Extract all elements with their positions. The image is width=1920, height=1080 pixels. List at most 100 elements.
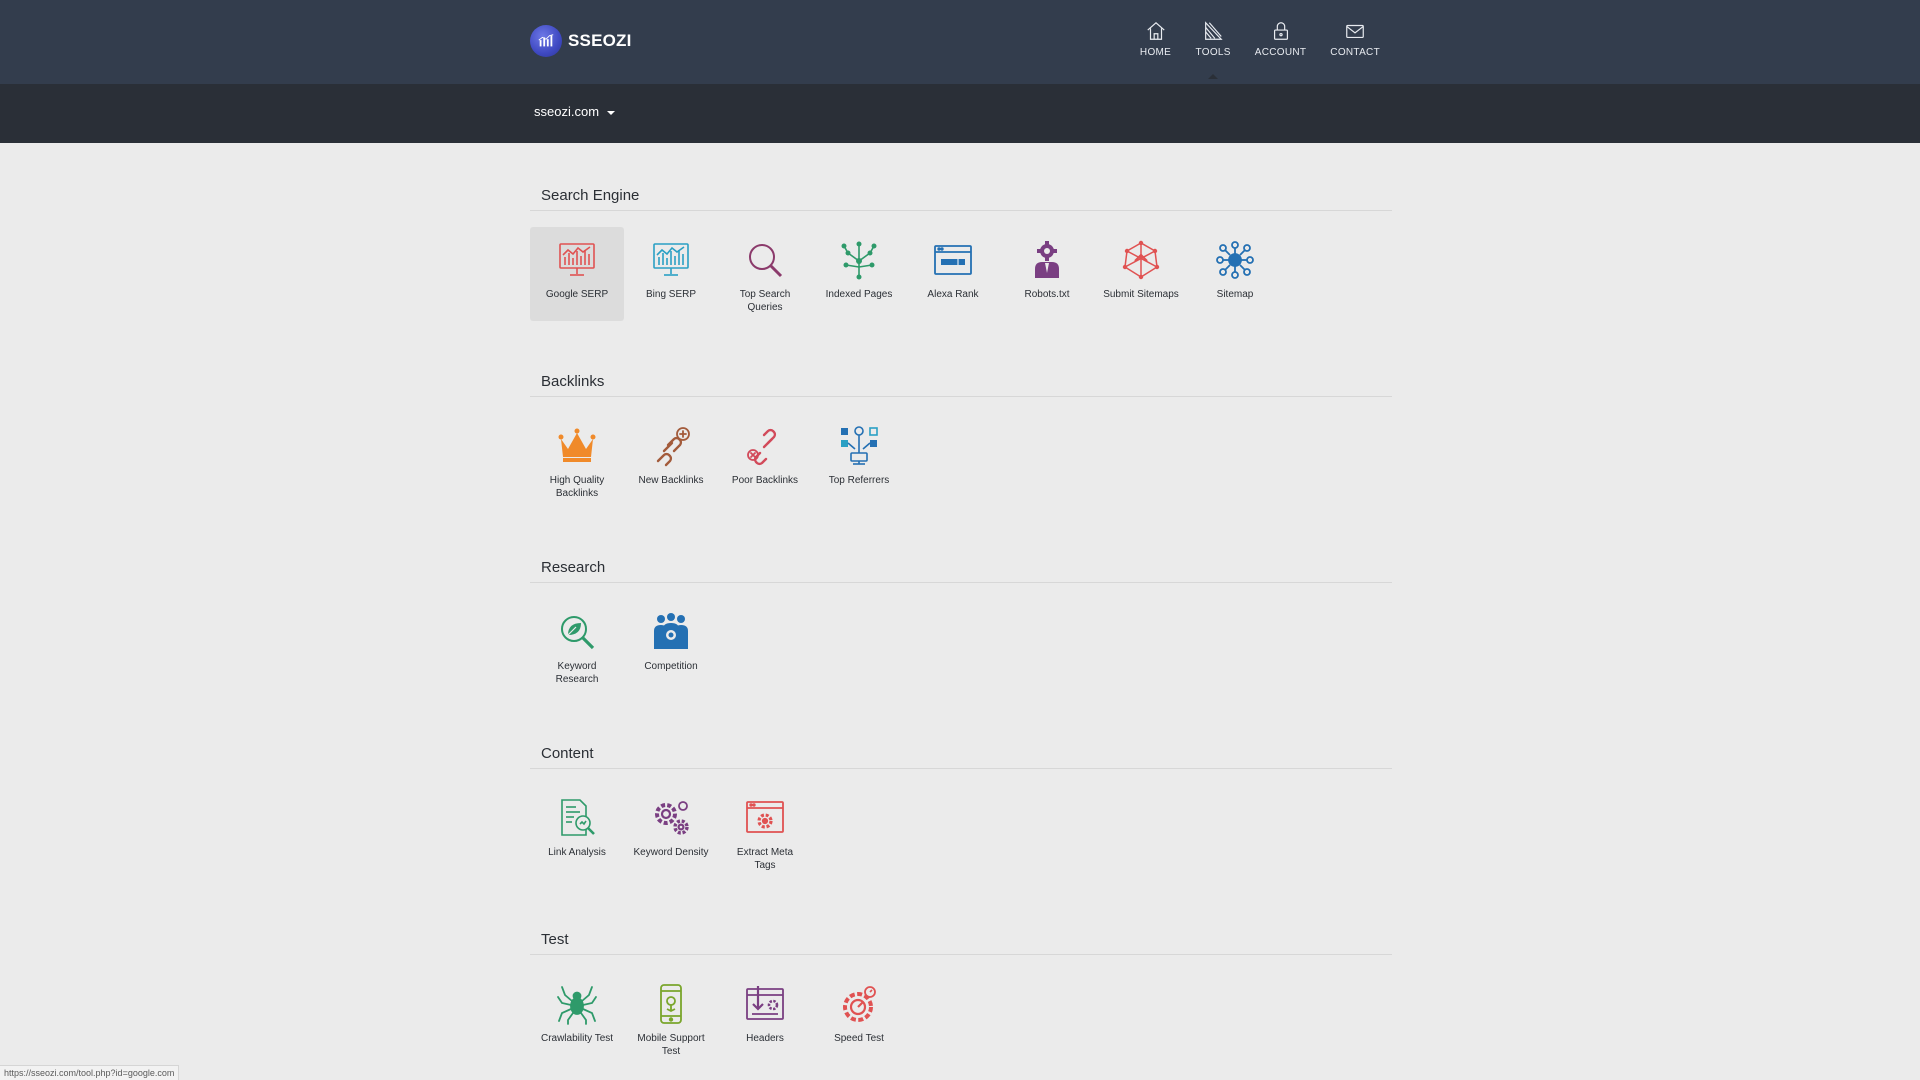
tool-label: Bing SERP <box>645 289 697 300</box>
tool-mobile-support-test[interactable]: Mobile Support Test <box>624 971 718 1065</box>
speed-gear-icon <box>838 983 880 1025</box>
tool-top-search-queries[interactable]: Top Search Queries <box>718 227 812 321</box>
browser-download-icon <box>744 983 786 1025</box>
nav-tools-label: TOOLS <box>1195 47 1231 58</box>
nav-contact-label: CONTACT <box>1330 47 1380 58</box>
group-people-icon <box>650 611 692 653</box>
main-nav: HOME TOOLS ACCOUNT CONTACT <box>1128 20 1392 79</box>
tool-label: Top Search Queries <box>739 289 791 313</box>
social-referrers-icon <box>838 425 880 467</box>
domain-dropdown[interactable]: sseozi.com <box>534 104 616 119</box>
section-search-engine: Search Engine Google SERP Bing SERP Top … <box>530 143 1392 329</box>
tool-headers[interactable]: Headers <box>718 971 812 1065</box>
tools-row: High Quality Backlinks New Backlinks Poo… <box>530 413 906 507</box>
section-divider <box>530 582 1392 583</box>
tool-sitemap[interactable]: Sitemap <box>1188 227 1282 321</box>
tools-row: Google SERP Bing SERP Top Search Queries… <box>530 227 1282 321</box>
tool-label: Poor Backlinks <box>731 475 799 486</box>
browser-gear-icon <box>744 797 786 839</box>
tool-label: Speed Test <box>834 1033 884 1044</box>
section-title: Backlinks <box>541 373 605 390</box>
tool-label: Crawlability Test <box>540 1033 614 1044</box>
brand-chart-icon <box>530 25 562 57</box>
section-title: Search Engine <box>541 187 640 204</box>
tools-main: Search Engine Google SERP Bing SERP Top … <box>530 143 1392 1073</box>
chain-broken-icon <box>744 425 786 467</box>
tool-label: Top Referrers <box>828 475 890 486</box>
tool-competition[interactable]: Competition <box>624 599 718 693</box>
serp-chart-icon <box>650 239 692 281</box>
tool-label: Competition <box>644 661 698 672</box>
tool-top-referrers[interactable]: Top Referrers <box>812 413 906 507</box>
home-icon <box>1146 21 1165 40</box>
tools-row: Crawlability Test Mobile Support Test He… <box>530 971 906 1065</box>
tool-label: New Backlinks <box>638 475 704 486</box>
tool-label: Headers <box>746 1033 784 1044</box>
hub-nodes-icon <box>1214 239 1256 281</box>
section-divider <box>530 954 1392 955</box>
tool-label: Sitemap <box>1216 289 1254 300</box>
tool-label: Robots.txt <box>1024 289 1070 300</box>
tool-keyword-density[interactable]: Keyword Density <box>624 785 718 879</box>
robot-person-icon <box>1026 239 1068 281</box>
gears-icon <box>650 797 692 839</box>
tool-label: Mobile Support Test <box>637 1033 705 1057</box>
tools-row: Keyword Research Competition <box>530 599 718 693</box>
tools-icon <box>1205 21 1223 40</box>
section-divider <box>530 768 1392 769</box>
brand-logo-link[interactable]: SSEOZI <box>530 25 632 57</box>
section-content: Content Link Analysis Keyword Density Ex… <box>530 701 1392 887</box>
tool-robots-txt[interactable]: Robots.txt <box>1000 227 1094 321</box>
section-title: Content <box>541 745 594 762</box>
tool-alexa-rank[interactable]: Alexa Rank <box>906 227 1000 321</box>
tool-google-serp[interactable]: Google SERP <box>530 227 624 321</box>
tool-extract-meta-tags[interactable]: Extract Meta Tags <box>718 785 812 879</box>
tool-label: Keyword Density <box>633 847 709 858</box>
section-title: Test <box>541 931 569 948</box>
tool-speed-test[interactable]: Speed Test <box>812 971 906 1065</box>
section-title: Research <box>541 559 606 576</box>
nav-account[interactable]: ACCOUNT <box>1243 20 1319 58</box>
tool-crawlability-test[interactable]: Crawlability Test <box>530 971 624 1065</box>
tool-poor-backlinks[interactable]: Poor Backlinks <box>718 413 812 507</box>
tool-keyword-research[interactable]: Keyword Research <box>530 599 624 693</box>
envelope-icon <box>1346 24 1364 39</box>
tool-link-analysis[interactable]: Link Analysis <box>530 785 624 879</box>
tool-high-quality-backlinks[interactable]: High Quality Backlinks <box>530 413 624 507</box>
tool-indexed-pages[interactable]: Indexed Pages <box>812 227 906 321</box>
document-search-icon <box>556 797 598 839</box>
tool-new-backlinks[interactable]: New Backlinks <box>624 413 718 507</box>
top-navbar: SSEOZI HOME TOOLS ACCOUNT CONTACT <box>0 0 1920 84</box>
browser-window-icon <box>932 239 974 281</box>
network-tree-icon <box>838 239 880 281</box>
section-divider <box>530 210 1392 211</box>
tool-label: Extract Meta Tags <box>736 847 794 871</box>
upload-network-icon <box>1120 239 1162 281</box>
tool-label: Google SERP <box>545 289 609 300</box>
section-research: Research Keyword Research Competition <box>530 515 1392 701</box>
nav-tools[interactable]: TOOLS <box>1184 20 1243 79</box>
lock-icon <box>1273 22 1288 40</box>
brand-name: SSEOZI <box>568 31 632 50</box>
nav-account-label: ACCOUNT <box>1254 47 1307 58</box>
chain-plus-icon <box>650 425 692 467</box>
tool-label: Link Analysis <box>548 847 606 858</box>
spider-icon <box>556 983 598 1025</box>
section-divider <box>530 396 1392 397</box>
domain-bar: sseozi.com <box>0 84 1920 143</box>
tool-label: Indexed Pages <box>825 289 893 300</box>
tool-submit-sitemaps[interactable]: Submit Sitemaps <box>1094 227 1188 321</box>
nav-home[interactable]: HOME <box>1128 20 1184 58</box>
leaf-search-icon <box>556 611 598 653</box>
tool-bing-serp[interactable]: Bing SERP <box>624 227 718 321</box>
magnifier-icon <box>744 239 786 281</box>
caret-down-icon <box>607 110 616 115</box>
tool-label: High Quality Backlinks <box>549 475 605 499</box>
crown-icon <box>556 425 598 467</box>
serp-chart-icon <box>556 239 598 281</box>
nav-contact[interactable]: CONTACT <box>1318 20 1392 58</box>
tool-label: Alexa Rank <box>927 289 979 300</box>
tools-row: Link Analysis Keyword Density Extract Me… <box>530 785 812 879</box>
tool-label: Keyword Research <box>555 661 599 685</box>
section-test: Test Crawlability Test Mobile Support Te… <box>530 887 1392 1073</box>
